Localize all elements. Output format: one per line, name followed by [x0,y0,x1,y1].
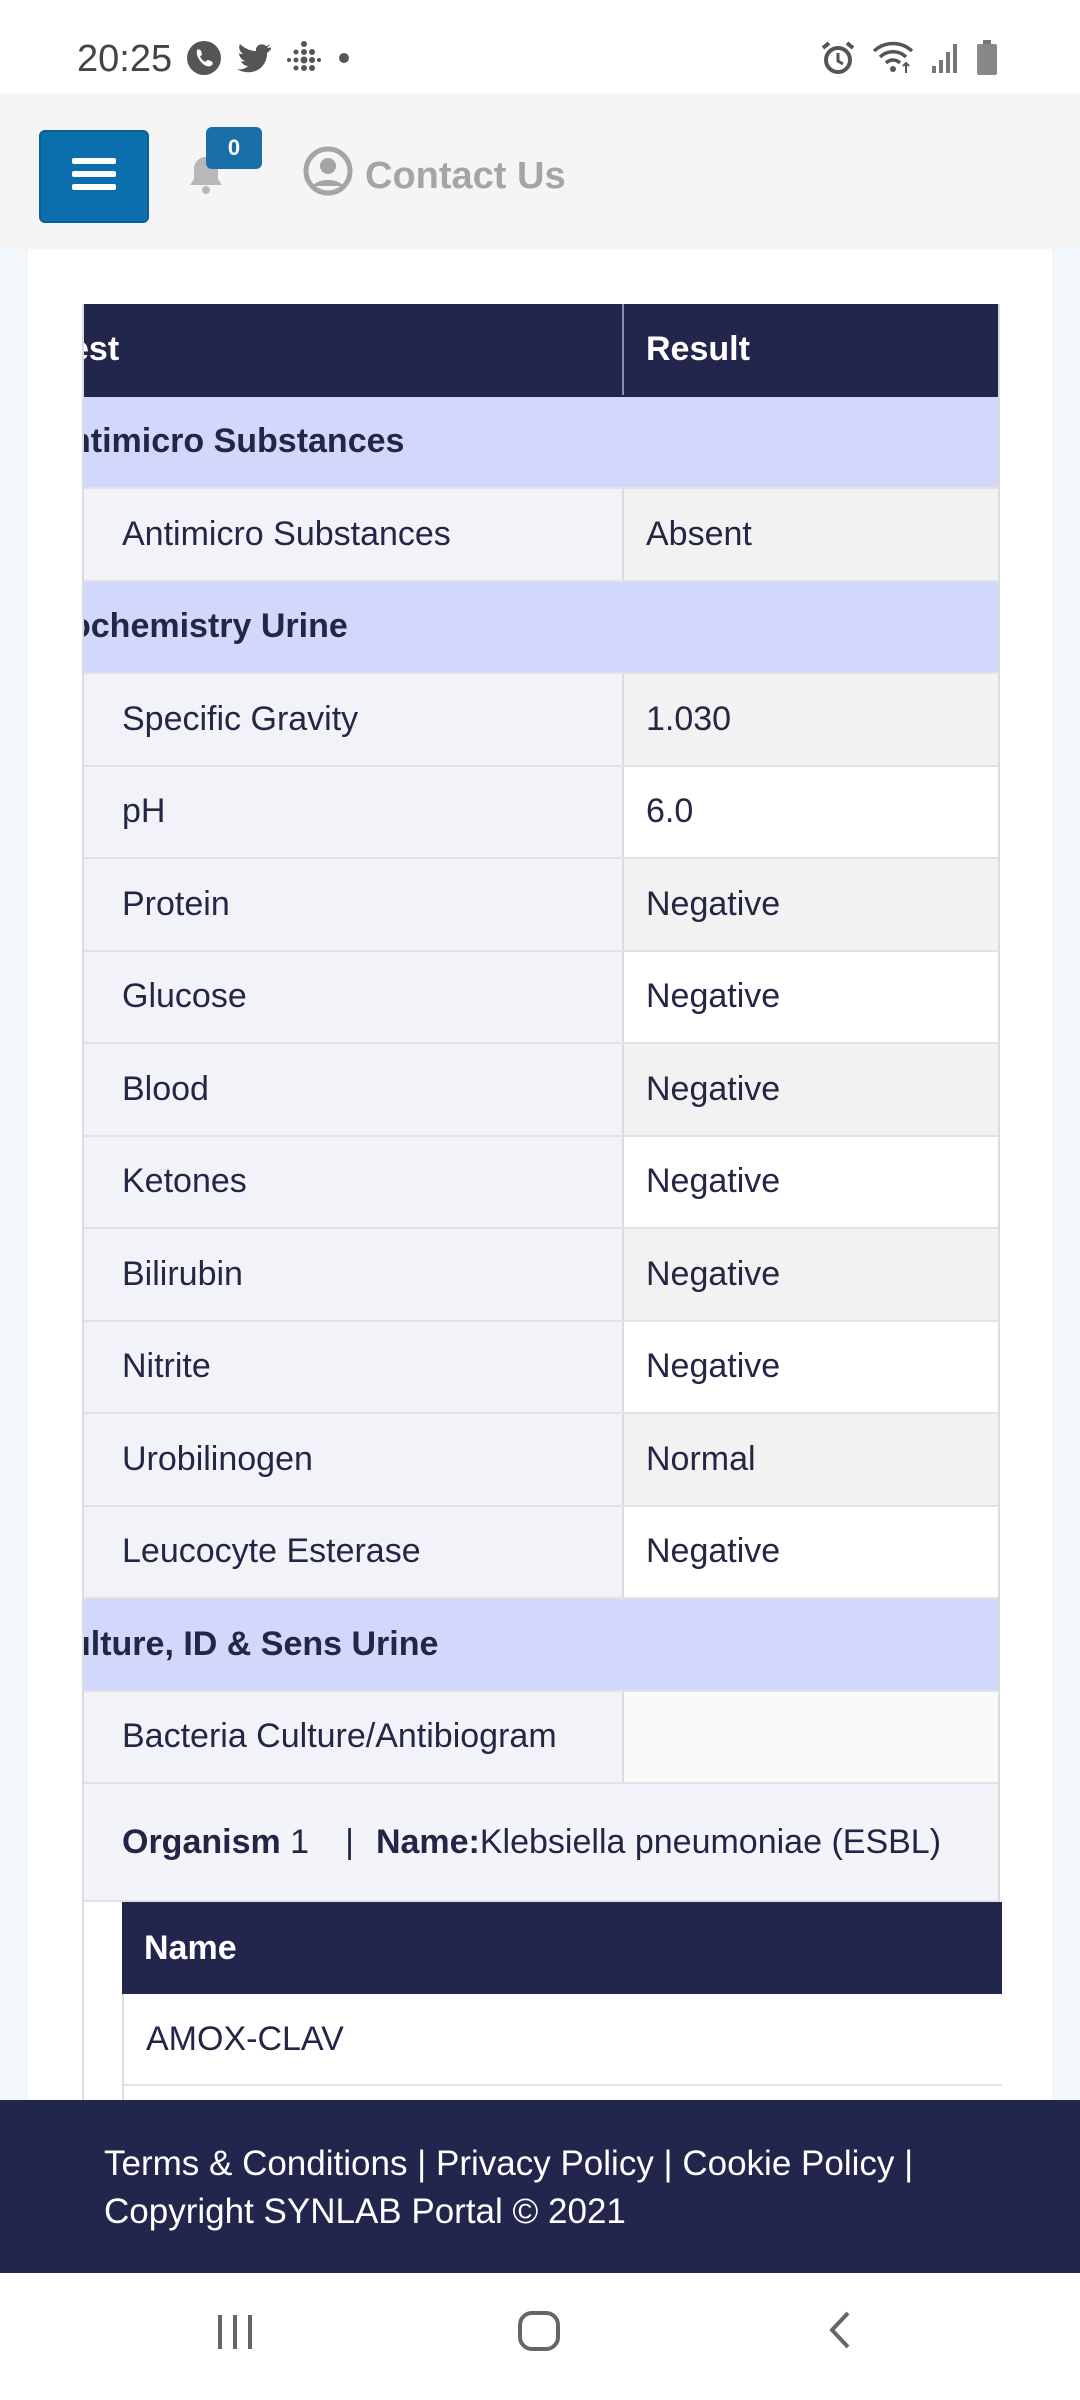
back-icon[interactable] [820,2305,860,2360]
app-header: 0 Contact Us [0,93,1080,249]
notification-badge: 0 [206,127,262,169]
test-result: Absent [624,489,998,580]
test-result: Normal [624,1414,998,1505]
table-row: pH 6.0 [84,766,998,859]
wifi-icon [872,41,914,80]
status-icons-right [820,40,998,81]
section-row: ochemistry Urine [84,581,998,674]
test-name: Leucocyte Esterase [84,1506,624,1597]
test-name: Glucose [84,951,624,1042]
test-result: Negative [624,1229,998,1320]
organism-number: 1 [290,1822,310,1861]
test-column-header: est [84,304,624,395]
test-name: pH [84,766,624,857]
table-row: Antimicro Substances Absent [84,489,998,582]
contact-us-link[interactable]: Contact Us [303,146,566,206]
test-name: Protein [84,859,624,950]
table-row: Glucose Negative [84,951,998,1044]
footer-links[interactable]: Terms & Conditions | Privacy Policy | Co… [104,2140,1080,2188]
table-header-row: est Result [84,304,998,397]
hamburger-icon [72,156,116,197]
alarm-icon [820,40,856,81]
status-time: 20:25 [77,38,173,80]
twitter-icon [236,43,272,78]
test-result [624,1691,998,1782]
test-result: 6.0 [624,766,998,857]
test-result: Negative [624,951,998,1042]
table-row: Leucocyte Esterase Negative [84,1506,998,1599]
results-table: est Result ntimicro Substances Antimicro… [82,304,1002,2100]
table-row: Protein Negative [84,859,998,952]
battery-icon [976,40,998,81]
test-result: Negative [624,859,998,950]
test-result: Negative [624,1321,998,1412]
table-row: Ketones Negative [84,1136,998,1229]
recents-icon[interactable] [214,2305,258,2360]
test-name: Specific Gravity [84,674,624,765]
signal-icon [930,42,960,79]
organism-label: Organism [122,1822,281,1861]
test-name: Bacteria Culture/Antibiogram [84,1691,624,1782]
test-name: Blood [84,1044,624,1135]
organism-name-value: Klebsiella pneumoniae (ESBL) [479,1822,942,1861]
section-title: ulture, ID & Sens Urine [84,1624,439,1663]
table-row: Blood Negative [84,1044,998,1137]
test-name: Urobilinogen [84,1414,624,1505]
test-result: 1.030 [624,674,998,765]
table-row: Specific Gravity 1.030 [84,674,998,767]
test-result: Negative [624,1506,998,1597]
dot-icon [336,50,352,71]
test-name: Bilirubin [84,1229,624,1320]
fitbit-icon [286,40,322,81]
table-row: Urobilinogen Normal [84,1414,998,1507]
system-nav-bar [0,2273,1080,2400]
antibiogram-table: Name AMOX-CLAV [122,1902,1002,2100]
antibiogram-header: Name [122,1902,1002,1994]
test-result: Negative [624,1136,998,1227]
table-row: Bilirubin Negative [84,1229,998,1322]
contact-us-label: Contact Us [365,154,566,197]
home-icon[interactable] [514,2305,564,2360]
result-column-header: Result [646,329,750,368]
antibiogram-row: AMOX-CLAV [122,1994,1002,2086]
table-row: Bacteria Culture/Antibiogram [84,1691,998,1784]
status-icons-left [186,40,352,81]
organism-name-label: Name: [375,1822,480,1861]
organism-separator: | [345,1822,354,1861]
footer-copyright: Copyright SYNLAB Portal © 2021 [104,2192,626,2231]
status-bar: 20:25 [0,0,1080,93]
table-row: Nitrite Negative [84,1321,998,1414]
page-footer: Terms & Conditions | Privacy Policy | Co… [0,2100,1080,2273]
menu-button[interactable] [39,130,149,223]
section-row: ntimicro Substances [84,396,998,489]
test-result: Negative [624,1044,998,1135]
results-card: est Result ntimicro Substances Antimicro… [28,249,1052,2100]
section-title: ochemistry Urine [84,607,348,646]
section-row: ulture, ID & Sens Urine [84,1599,998,1692]
antibiogram-row-partial [122,2086,1002,2100]
user-circle-icon [303,146,353,206]
test-name: Nitrite [84,1321,624,1412]
test-name: Antimicro Substances [84,489,624,580]
test-name: Ketones [84,1136,624,1227]
phone-icon [186,40,222,81]
organism-line: Organism 1 | Name: Klebsiella pneumoniae… [84,1784,998,1902]
section-title: ntimicro Substances [84,422,405,461]
